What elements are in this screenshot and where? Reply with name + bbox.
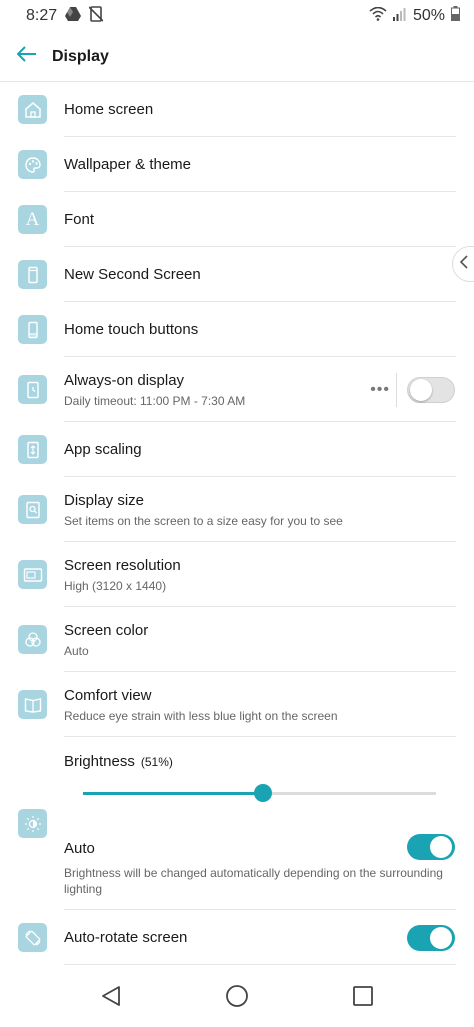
setting-title: Wallpaper & theme — [64, 156, 192, 173]
status-bar: 8:27 50% — [0, 0, 474, 32]
brightness-slider[interactable] — [83, 784, 436, 802]
setting-screen-resolution[interactable]: Screen resolution High (3120 x 1440) — [0, 542, 474, 607]
setting-subtitle: Auto — [64, 643, 89, 658]
auto-rotate-toggle[interactable] — [407, 924, 455, 951]
setting-subtitle: Daily timeout: 11:00 PM - 7:30 AM — [64, 393, 246, 408]
setting-font[interactable]: A Font — [0, 192, 474, 247]
setting-title: New Second Screen — [64, 266, 201, 283]
setting-subtitle: Reduce eye strain with less blue light o… — [64, 708, 338, 723]
setting-title: App scaling — [64, 441, 142, 458]
setting-display-size[interactable]: Display size Set items on the screen to … — [0, 477, 474, 542]
app-scaling-icon — [18, 435, 47, 464]
brightness-icon — [18, 809, 47, 838]
auto-brightness-title: Auto — [64, 840, 95, 857]
brightness-percent: (51%) — [140, 755, 173, 769]
navigation-bar — [0, 970, 474, 1027]
setting-title: Auto-rotate screen — [64, 929, 188, 946]
font-icon-letter: A — [25, 208, 40, 230]
toggle-knob — [410, 378, 432, 401]
signal-icon — [392, 7, 407, 26]
drive-icon — [65, 6, 82, 26]
always-on-display-toggle[interactable] — [407, 376, 455, 403]
setting-title: Display size — [64, 491, 145, 509]
brightness-section: Brightness (51%) Auto Brightness will be … — [0, 737, 474, 910]
setting-subtitle: Set items on the screen to a size easy f… — [64, 513, 343, 528]
square-recents-icon — [352, 985, 374, 1012]
more-options-button[interactable]: ••• — [370, 381, 390, 399]
auto-brightness-toggle[interactable] — [407, 834, 455, 860]
touch-buttons-icon — [18, 315, 47, 344]
nav-recents-button[interactable] — [300, 970, 426, 1027]
setting-screen-color[interactable]: Screen color Auto — [0, 607, 474, 672]
brightness-title: Brightness — [64, 753, 135, 770]
back-button[interactable] — [2, 32, 52, 82]
font-icon: A — [18, 205, 47, 234]
screen-color-icon — [18, 625, 47, 654]
setting-title: Always-on display — [64, 371, 185, 389]
page-title: Display — [52, 47, 109, 65]
slider-thumb[interactable] — [254, 784, 273, 802]
arrow-left-icon — [16, 46, 37, 67]
auto-brightness-subtitle: Brightness will be changed automatically… — [64, 866, 443, 896]
setting-title: Screen resolution — [64, 556, 181, 574]
battery-icon — [451, 6, 460, 26]
divider — [64, 964, 456, 965]
setting-wallpaper-theme[interactable]: Wallpaper & theme — [0, 137, 474, 192]
setting-app-scaling[interactable]: App scaling — [0, 422, 474, 477]
home-icon — [18, 95, 47, 124]
settings-list: Home screen Wallpaper & theme A Font New… — [0, 82, 474, 965]
vertical-divider — [396, 372, 397, 407]
setting-title: Comfort view — [64, 686, 152, 704]
resolution-icon — [18, 560, 47, 589]
display-size-icon — [18, 495, 47, 524]
second-screen-icon — [18, 260, 47, 289]
triangle-back-icon — [100, 985, 122, 1012]
clock-phone-icon — [18, 375, 47, 404]
toggle-knob — [430, 926, 452, 949]
toggle-knob — [430, 836, 452, 858]
status-time: 8:27 — [26, 7, 58, 24]
comfort-view-icon — [18, 690, 47, 719]
nav-home-button[interactable] — [174, 970, 300, 1027]
palette-icon — [18, 150, 47, 179]
nav-back-button[interactable] — [48, 970, 174, 1027]
app-bar: Display — [0, 32, 474, 82]
setting-auto-rotate[interactable]: Auto-rotate screen — [0, 910, 474, 965]
auto-rotate-icon — [18, 923, 47, 952]
setting-home-touch-buttons[interactable]: Home touch buttons — [0, 302, 474, 357]
setting-home-screen[interactable]: Home screen — [0, 82, 474, 137]
setting-title: Home touch buttons — [64, 321, 199, 338]
brightness-label: Brightness (51%) — [64, 753, 173, 770]
setting-comfort-view[interactable]: Comfort view Reduce eye strain with less… — [0, 672, 474, 737]
slider-fill — [83, 792, 264, 795]
setting-title: Screen color — [64, 621, 149, 639]
setting-new-second-screen[interactable]: New Second Screen — [0, 247, 474, 302]
setting-title: Home screen — [64, 101, 154, 118]
battery-percent: 50% — [412, 7, 445, 24]
wifi-icon — [369, 6, 387, 26]
setting-subtitle: High (3120 x 1440) — [64, 578, 167, 593]
setting-title: Font — [64, 211, 95, 228]
circle-home-icon — [225, 984, 249, 1013]
no-sync-icon — [88, 5, 104, 27]
setting-always-on-display[interactable]: Always-on display Daily timeout: 11:00 P… — [0, 357, 474, 422]
